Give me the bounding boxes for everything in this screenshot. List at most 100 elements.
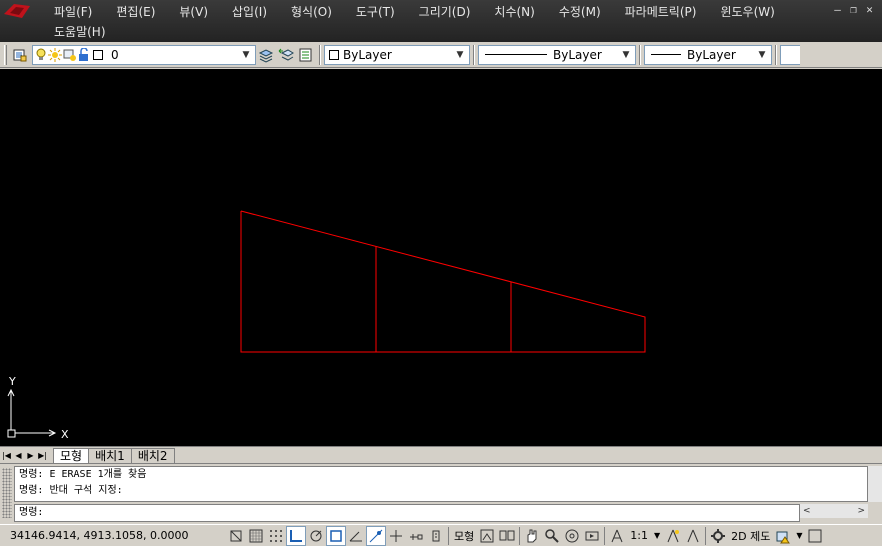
ortho-mode-button[interactable]	[286, 525, 306, 546]
snap-mode-button[interactable]	[246, 526, 266, 546]
polar-tracking-button[interactable]	[306, 526, 326, 546]
status-separator	[519, 526, 521, 545]
chevron-down-icon[interactable]: ▼	[793, 531, 805, 540]
infer-constraints-button[interactable]	[226, 526, 246, 546]
command-vertical-scrollbar[interactable]	[868, 466, 882, 502]
scroll-right-icon[interactable]: >	[857, 506, 865, 516]
layer-states-button[interactable]	[296, 45, 316, 65]
next-tab-icon[interactable]: ▶	[25, 449, 36, 463]
plot-style-dropdown[interactable]	[780, 44, 800, 65]
tab-layout1[interactable]: 배치1	[88, 448, 132, 463]
toolbar-separator	[473, 44, 475, 65]
drawing-canvas[interactable]: Y X	[0, 69, 882, 446]
annotation-visibility-button[interactable]	[663, 526, 683, 546]
make-object-layer-current-button[interactable]	[256, 45, 276, 65]
command-prompt: 명령:	[19, 507, 44, 518]
menu-item[interactable]: 치수(N)	[482, 2, 546, 22]
linetype-dropdown[interactable]: ByLayer ▼	[478, 44, 636, 65]
zoom-button[interactable]	[542, 526, 562, 546]
clean-screen-button[interactable]	[805, 526, 825, 546]
menu-item[interactable]: 그리기(D)	[407, 2, 483, 22]
chevron-down-icon[interactable]: ▼	[755, 48, 769, 62]
document-window-controls: – ❐ ✕	[831, 4, 876, 17]
lineweight-dropdown[interactable]: ByLayer ▼	[644, 44, 772, 65]
layer-previous-button[interactable]	[276, 45, 296, 65]
trapezoid-outline[interactable]	[240, 210, 646, 353]
annotation-scale-dropdown[interactable]: 1:1	[627, 529, 651, 542]
status-separator	[705, 526, 707, 545]
layout-tabs-bar: |◀ ◀ ▶ ▶| 모형 배치1 배치2	[0, 446, 882, 463]
pan-hand-icon	[527, 529, 537, 542]
chevron-down-icon[interactable]: ▼	[239, 48, 253, 62]
pan-button[interactable]	[522, 526, 542, 546]
toolbar-grip[interactable]	[4, 44, 7, 65]
coordinate-display[interactable]: 34146.9414, 4913.1058, 0.0000	[0, 529, 226, 542]
close-icon[interactable]: ✕	[863, 4, 876, 17]
dynamic-ucs-button[interactable]	[386, 526, 406, 546]
chevron-down-icon[interactable]: ▼	[651, 531, 663, 540]
layer-current-icon	[258, 48, 274, 63]
menu-row-secondary: 도움말(H)	[42, 21, 118, 42]
ucs-x-label: X	[61, 428, 69, 441]
chevron-down-icon[interactable]: ▼	[453, 48, 467, 62]
clean-screen-icon	[808, 529, 822, 542]
command-window: 명령: E ERASE 1개를 찾음 명령: 반대 구석 지정: 명령: < >	[0, 463, 882, 524]
menu-bar: 파일(F) 편집(E) 뷰(V) 삽입(I) 형식(O) 도구(T) 그리기(D) 치수(N)…	[0, 0, 882, 42]
gear-icon[interactable]	[708, 526, 728, 546]
layer-dropdown[interactable]: 0 ▼	[32, 44, 256, 65]
previous-tab-icon[interactable]: ◀	[13, 449, 24, 463]
menu-item[interactable]: 형식(O)	[279, 2, 344, 22]
ucs-icon	[7, 388, 57, 438]
menu-item[interactable]: 삽입(I)	[220, 2, 279, 22]
menu-item[interactable]: 파일(F)	[42, 2, 104, 22]
tab-layout2[interactable]: 배치2	[130, 448, 175, 463]
dynamic-ucs-icon	[390, 529, 402, 542]
command-horizontal-scrollbar[interactable]: < >	[800, 504, 868, 518]
model-space-button[interactable]: 모형	[451, 528, 477, 544]
viewport-freeze-icon	[63, 49, 76, 61]
chevron-down-icon[interactable]: ▼	[619, 48, 633, 62]
toolbar-separator	[639, 44, 641, 65]
lineweight-toggle-button[interactable]	[426, 526, 446, 546]
lock-warning-icon	[776, 531, 791, 543]
angle-icon	[349, 531, 362, 541]
workspace-switch[interactable]: 2D 제도	[728, 528, 773, 544]
minimize-icon[interactable]: –	[831, 4, 844, 17]
last-tab-icon[interactable]: ▶|	[37, 449, 48, 463]
menu-item[interactable]: 도움말(H)	[42, 22, 118, 42]
quick-view-layouts-button[interactable]	[497, 526, 517, 546]
menu-item[interactable]: 파라메트릭(P)	[613, 2, 709, 22]
quick-view-icon	[499, 530, 515, 540]
layer-color-swatch	[93, 49, 103, 60]
object-snap-tracking-button[interactable]	[366, 525, 386, 546]
menu-item[interactable]: 윈도우(W)	[708, 2, 786, 22]
color-dropdown[interactable]: ByLayer ▼	[324, 44, 470, 65]
auto-add-scale-button[interactable]	[683, 526, 703, 546]
menu-item[interactable]: 뷰(V)	[167, 2, 220, 22]
color-swatch	[329, 49, 339, 60]
application-menu-button[interactable]	[0, 0, 42, 22]
steering-wheel-button[interactable]	[562, 526, 582, 546]
tab-model[interactable]: 모형	[53, 448, 90, 463]
toolbar-lock-button[interactable]	[773, 526, 793, 546]
scroll-left-icon[interactable]: <	[803, 506, 811, 516]
menu-item[interactable]: 편집(E)	[104, 2, 167, 22]
layer-states-icon	[299, 48, 312, 61]
grid-display-button[interactable]	[266, 526, 286, 546]
annotation-visibility-icon	[667, 529, 680, 542]
otrack-icon	[369, 529, 383, 542]
first-tab-icon[interactable]: |◀	[1, 449, 12, 463]
menu-item[interactable]: 도구(T)	[344, 2, 407, 22]
layout-view-button[interactable]	[477, 526, 497, 546]
dynamic-input-button[interactable]	[406, 526, 426, 546]
restore-icon[interactable]: ❐	[847, 4, 860, 17]
command-input[interactable]	[47, 505, 799, 521]
layer-properties-manager-button[interactable]	[10, 45, 30, 65]
unlock-icon	[79, 47, 88, 61]
command-window-grip[interactable]	[2, 468, 12, 518]
showmotion-button[interactable]	[582, 526, 602, 546]
grid-icon	[270, 529, 282, 542]
object-snap-button[interactable]	[326, 525, 346, 546]
3d-object-snap-button[interactable]	[346, 526, 366, 546]
menu-item[interactable]: 수정(M)	[547, 2, 613, 22]
